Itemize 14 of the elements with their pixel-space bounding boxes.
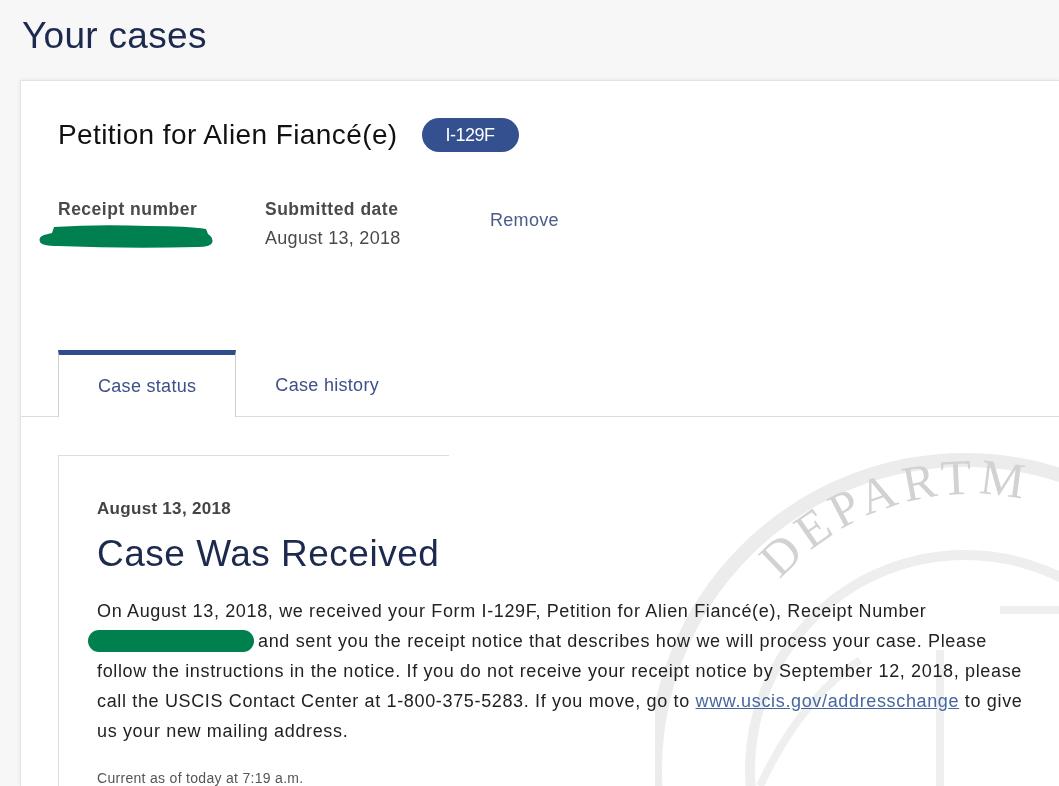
form-badge: I-129F [421,118,519,152]
receipt-number-label: Receipt number [58,198,198,221]
submitted-date-value: August 13, 2018 [265,227,401,250]
remove-link[interactable]: Remove [490,207,559,233]
tab[interactable]: Case status [58,350,237,417]
status-message: On August 13, 2018, we received your Form I-129F, Petition for Alien Fiancé(e), Receipt Number and sent you the receipt notice that describes how we will process your case. Please follow the instructions in the notice. If you do not receive your receipt notice by September 12, 2018, please call the USCIS Contact Center at 1-800-375-5283. If you move, go to www.uscis.gov/addresschange to give us your new mailing address. [97,596,1031,746]
page-title: Your cases [22,14,207,58]
last-updated-note: Current as of today at 7:19 a.m. [97,769,304,786]
case-title: Petition for Alien Fiancé(e) [58,118,398,152]
address-change-link[interactable]: www.uscis.gov/addresschange [695,691,960,711]
status-date: August 13, 2018 [97,498,231,520]
status-heading: Case Was Received [97,532,440,576]
tab[interactable]: Case history [236,350,418,416]
submitted-date-label: Submitted date [265,198,399,221]
